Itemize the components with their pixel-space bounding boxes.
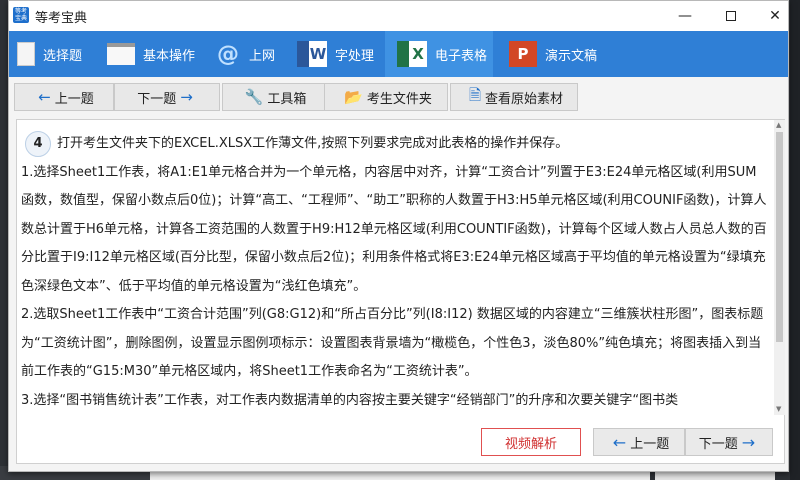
- prev-label: 上一题: [54, 91, 94, 107]
- question-text: 4 打开考生文件夹下的EXCEL.XLSX工作薄文件,按照下列要求完成对此表格的操…: [21, 130, 769, 415]
- nav-item-word[interactable]: W 字处理: [297, 31, 374, 77]
- nav-label: 字处理: [335, 48, 375, 64]
- nav-label: 选择题: [43, 48, 83, 64]
- video-analysis-button[interactable]: 视频解析: [481, 428, 581, 456]
- scroll-thumb[interactable]: [776, 132, 783, 342]
- arrow-right-icon: →: [741, 432, 756, 452]
- window-title: 等考宝典: [35, 11, 88, 26]
- app-window: 等考宝典 等考宝典 — ✕ 选择题 基本操作 @ 上网 W 字处理 X 电子表格…: [8, 0, 789, 472]
- nav-item-basic[interactable]: 基本操作: [107, 31, 195, 77]
- arrow-left-icon: ←: [612, 432, 627, 452]
- nav-item-powerpoint[interactable]: P 演示文稿: [509, 31, 597, 77]
- next-question-button[interactable]: 下一题 →: [114, 83, 220, 111]
- excel-icon: X: [397, 41, 427, 67]
- minimize-button[interactable]: —: [662, 1, 708, 31]
- question-paragraph-1: 1.选择Sheet1工作表，将A1:E1单元格合并为一个单元格，内容居中对齐，计…: [21, 164, 767, 294]
- word-icon: W: [297, 41, 327, 67]
- source-label: 查看原始素材: [485, 91, 564, 107]
- document-icon: 🗎: [468, 85, 482, 104]
- powerpoint-icon: P: [509, 41, 537, 67]
- vertical-scrollbar[interactable]: ▲ ▼: [774, 120, 785, 415]
- background-right-strip: [790, 0, 800, 480]
- video-label: 视频解析: [504, 436, 557, 452]
- scroll-up-icon[interactable]: ▲: [776, 121, 781, 129]
- prev-question-button[interactable]: ← 上一题: [14, 83, 114, 111]
- folder-icon: 📂: [344, 88, 363, 106]
- toolbox-button[interactable]: 🔧 工具箱: [222, 83, 325, 111]
- question-number-badge: 4: [25, 130, 51, 157]
- module-navbar: 选择题 基本操作 @ 上网 W 字处理 X 电子表格 P 演示文稿: [9, 31, 788, 77]
- at-icon: @: [217, 41, 239, 67]
- document-icon: [17, 42, 35, 66]
- view-source-button[interactable]: 🗎 查看原始素材: [450, 83, 578, 111]
- question-paragraph-3: 3.选择“图书销售统计表”工作表，对工作表内数据清单的内容按主要关键字“经销部门…: [21, 392, 679, 408]
- next-label: 下一题: [137, 91, 177, 107]
- folder-label: 考生文件夹: [366, 91, 432, 107]
- question-panel: 4 打开考生文件夹下的EXCEL.XLSX工作薄文件,按照下列要求完成对此表格的操…: [16, 119, 785, 464]
- nav-item-web[interactable]: @ 上网: [215, 31, 275, 77]
- bottom-next-button[interactable]: 下一题 →: [685, 428, 773, 456]
- nav-label: 上网: [249, 48, 276, 64]
- question-paragraph-2: 2.选取Sheet1工作表中“工资合计范围”列(G8:G12)和“所占百分比”列…: [21, 307, 764, 379]
- title-bar: 等考宝典 等考宝典 — ✕: [9, 1, 788, 31]
- bottom-prev-button[interactable]: ← 上一题: [593, 428, 685, 456]
- bottom-next-label: 下一题: [698, 436, 738, 452]
- nav-label: 基本操作: [143, 48, 196, 64]
- question-intro: 打开考生文件夹下的EXCEL.XLSX工作薄文件,按照下列要求完成对此表格的操作…: [57, 136, 569, 151]
- toolbar: ← 上一题 下一题 → 🔧 工具箱 📂 考生文件夹 🗎 查看原始素材: [9, 77, 788, 117]
- bottom-prev-label: 上一题: [630, 436, 670, 452]
- student-folder-button[interactable]: 📂 考生文件夹: [324, 83, 448, 111]
- maximize-button[interactable]: [708, 1, 754, 31]
- nav-item-select[interactable]: 选择题: [17, 31, 82, 77]
- window-icon: [107, 43, 135, 65]
- toolbox-label: 工具箱: [267, 91, 307, 107]
- nav-item-excel[interactable]: X 电子表格: [385, 31, 493, 77]
- close-button[interactable]: ✕: [752, 1, 798, 31]
- scroll-down-icon[interactable]: ▼: [776, 405, 781, 413]
- arrow-right-icon: →: [180, 88, 193, 106]
- nav-label: 电子表格: [435, 48, 488, 64]
- nav-label: 演示文稿: [545, 48, 598, 64]
- arrow-left-icon: ←: [38, 88, 51, 106]
- app-logo-icon: 等考宝典: [13, 7, 29, 23]
- wrench-icon: 🔧: [244, 88, 264, 106]
